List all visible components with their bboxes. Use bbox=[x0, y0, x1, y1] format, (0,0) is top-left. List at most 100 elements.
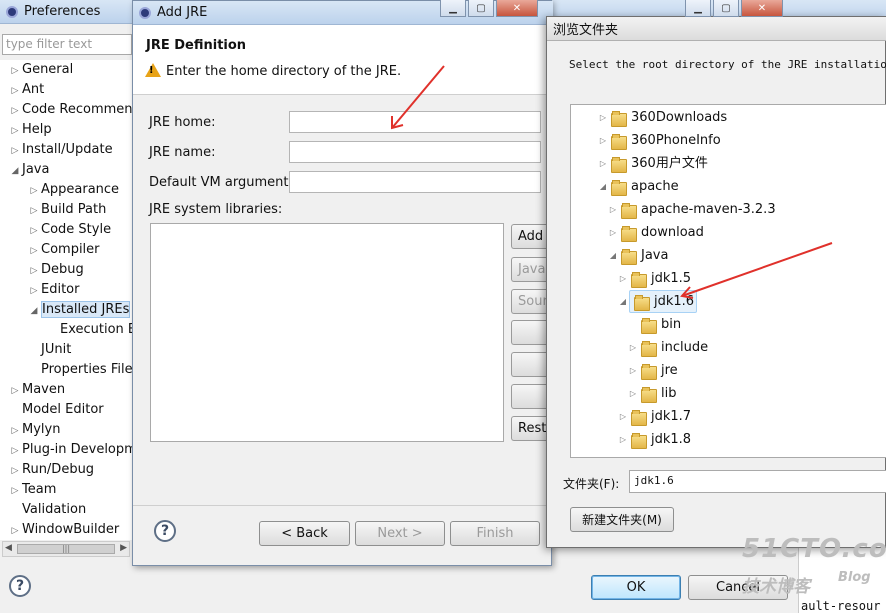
folder-entry[interactable]: bin bbox=[639, 314, 681, 335]
folder-tree-item[interactable]: ◢ apache bbox=[597, 176, 679, 197]
folder-tree-item[interactable]: ◢ Java bbox=[607, 245, 668, 266]
preferences-help-icon[interactable]: ? bbox=[9, 575, 31, 597]
folder-input[interactable]: jdk1.6 bbox=[629, 470, 886, 493]
folder-expander-icon[interactable]: ◢ bbox=[597, 176, 609, 197]
preferences-tree-item[interactable]: ▷ Appearance bbox=[27, 180, 120, 201]
tree-expander-icon[interactable]: ▷ bbox=[8, 421, 22, 441]
tree-expander-icon[interactable]: ▷ bbox=[8, 101, 22, 121]
folder-tree-item[interactable]: ▷ 360用户文件 bbox=[597, 153, 708, 174]
preferences-tree-item[interactable]: ▷ Build Path bbox=[27, 200, 107, 221]
preferences-tree-item[interactable]: ▷Code Recommenders bbox=[8, 100, 134, 120]
folder-entry[interactable]: jdk1.6 bbox=[629, 290, 698, 313]
preferences-tree-item[interactable]: JUnit bbox=[27, 340, 71, 360]
folder-expander-icon[interactable]: ▷ bbox=[627, 360, 639, 381]
folder-tree-item[interactable]: ▷ apache-maven-3.2.3 bbox=[607, 199, 776, 220]
folder-expander-icon[interactable]: ▷ bbox=[617, 268, 629, 289]
add-jre-help-icon[interactable]: ? bbox=[154, 520, 176, 542]
tree-expander-icon[interactable]: ▷ bbox=[27, 241, 41, 261]
tree-expander-icon[interactable]: ▷ bbox=[27, 181, 41, 201]
filter-input[interactable]: type filter text bbox=[2, 34, 132, 55]
tree-expander-icon[interactable]: ▷ bbox=[8, 61, 22, 81]
preferences-tree-item[interactable]: ▷ Maven bbox=[8, 380, 66, 401]
folder-expander-icon[interactable]: ▷ bbox=[607, 199, 619, 220]
folder-entry[interactable]: 360Downloads bbox=[609, 107, 727, 128]
finish-button[interactable]: Finish bbox=[450, 521, 540, 546]
preferences-tree-item[interactable]: ▷ Mylyn bbox=[8, 420, 61, 441]
folder-tree-item[interactable]: ▷ download bbox=[607, 222, 704, 243]
ok-button[interactable]: OK bbox=[591, 575, 681, 600]
folder-tree-item[interactable]: bin bbox=[627, 314, 681, 335]
tree-expander-icon[interactable]: ▷ bbox=[27, 201, 41, 221]
back-button[interactable]: < Back bbox=[259, 521, 350, 546]
folder-tree-item[interactable]: ▷ 360Downloads bbox=[597, 107, 727, 128]
preferences-tree-item[interactable]: ▷ Ant bbox=[8, 80, 45, 101]
folder-tree-item[interactable]: ▷ jdk1.8 bbox=[617, 429, 691, 450]
preferences-tree-item[interactable]: ▷ Team bbox=[8, 480, 57, 501]
folder-entry[interactable]: lib bbox=[639, 383, 676, 404]
preferences-tree-item[interactable]: Model Editor bbox=[8, 400, 104, 420]
scroll-thumb[interactable]: ||| bbox=[17, 544, 115, 554]
tree-expander-icon[interactable]: ▷ bbox=[8, 441, 22, 461]
folder-tree-item[interactable]: ▷ jdk1.7 bbox=[617, 406, 691, 427]
folder-tree-item[interactable]: ▷ lib bbox=[627, 383, 676, 404]
folder-expander-icon[interactable]: ◢ bbox=[607, 245, 619, 266]
folder-tree-item[interactable]: ▷ jdk1.5 bbox=[617, 268, 691, 289]
library-side-button[interactable]: Javadoc Location... bbox=[511, 257, 551, 282]
library-side-button[interactable] bbox=[511, 320, 551, 345]
folder-expander-icon[interactable]: ▷ bbox=[607, 222, 619, 243]
preferences-tree-item[interactable]: ▷ General bbox=[8, 60, 74, 81]
library-side-button[interactable]: Restore Default bbox=[511, 416, 551, 441]
folder-expander-icon[interactable]: ▷ bbox=[597, 153, 609, 174]
folder-tree-item[interactable]: ▷ 360PhoneInfo bbox=[597, 130, 721, 151]
folder-expander-icon[interactable]: ▷ bbox=[617, 429, 629, 450]
preferences-tree-item[interactable]: ▷ Compiler bbox=[27, 240, 100, 260]
folder-tree-item[interactable]: ◢ jdk1.6 bbox=[617, 290, 698, 313]
library-side-button[interactable]: Add External JARs... bbox=[511, 224, 551, 249]
folder-expander-icon[interactable]: ▷ bbox=[597, 107, 609, 128]
folder-expander-icon[interactable]: ◢ bbox=[617, 291, 629, 312]
folder-entry[interactable]: 360用户文件 bbox=[609, 153, 708, 174]
folder-entry[interactable]: 360PhoneInfo bbox=[609, 130, 721, 151]
new-folder-button[interactable]: 新建文件夹(M) bbox=[570, 507, 674, 532]
tree-expander-icon[interactable]: ▷ bbox=[8, 381, 22, 401]
preferences-tree-item[interactable]: ▷ Help bbox=[8, 120, 52, 140]
folder-expander-icon[interactable]: ▷ bbox=[627, 383, 639, 404]
folder-entry[interactable]: jdk1.7 bbox=[629, 406, 691, 427]
folder-entry[interactable]: jre bbox=[639, 360, 678, 381]
tree-expander-icon[interactable]: ▷ bbox=[8, 141, 22, 161]
scroll-left-icon[interactable]: ◀ bbox=[5, 543, 12, 553]
tree-expander-icon[interactable]: ▷ bbox=[27, 221, 41, 241]
tree-expander-icon[interactable]: ▷ bbox=[8, 81, 22, 101]
tree-expander-icon[interactable]: ◢ bbox=[27, 301, 41, 321]
tree-expander-icon[interactable]: ▷ bbox=[8, 461, 22, 481]
folder-entry[interactable]: apache bbox=[609, 176, 679, 197]
tree-expander-icon[interactable]: ◢ bbox=[8, 161, 22, 181]
preferences-tree-item[interactable]: ▷ Install/Update bbox=[8, 140, 113, 160]
folder-entry[interactable]: apache-maven-3.2.3 bbox=[619, 199, 776, 220]
next-button[interactable]: Next > bbox=[355, 521, 445, 546]
folder-tree[interactable]: ▷ 360Downloads ▷ 360PhoneInfo ▷ 360用户文件 ◢ apach… bbox=[570, 104, 886, 458]
preferences-tree-item[interactable]: Validation bbox=[8, 500, 86, 520]
library-side-button[interactable] bbox=[511, 384, 551, 409]
jre-name-input[interactable] bbox=[289, 141, 541, 163]
preferences-tree-item[interactable]: Properties Files Editor bbox=[27, 360, 134, 380]
preferences-tree-item[interactable]: ▷ Code Style bbox=[27, 220, 112, 241]
tree-horizontal-scrollbar[interactable]: ◀ ||| ▶ bbox=[2, 541, 130, 557]
folder-expander-icon[interactable]: ▷ bbox=[627, 337, 639, 358]
tree-expander-icon[interactable]: ▷ bbox=[27, 281, 41, 301]
scroll-right-icon[interactable]: ▶ bbox=[120, 543, 127, 553]
folder-entry[interactable]: jdk1.8 bbox=[629, 429, 691, 450]
preferences-tree-item[interactable]: ▷ Editor bbox=[27, 280, 80, 301]
library-side-button[interactable]: Source Attachment... bbox=[511, 289, 551, 314]
preferences-tree-item[interactable]: Execution Environments bbox=[46, 320, 134, 340]
tree-expander-icon[interactable]: ▷ bbox=[8, 481, 22, 501]
folder-expander-icon[interactable]: ▷ bbox=[597, 130, 609, 151]
preferences-tree-item[interactable]: ▷ Debug bbox=[27, 260, 84, 280]
preferences-tree[interactable]: ▷General▷Ant▷Code Recommenders▷Help▷Inst… bbox=[0, 60, 134, 540]
vm-args-input[interactable] bbox=[289, 171, 541, 193]
add-jre-close-icon[interactable]: ✕ bbox=[496, 0, 538, 17]
preferences-tree-item[interactable]: ◢ Java bbox=[8, 160, 50, 181]
folder-entry[interactable]: download bbox=[619, 222, 704, 243]
add-jre-maximize-icon[interactable]: ▢ bbox=[468, 0, 494, 17]
preferences-tree-item[interactable]: ▷ Run/Debug bbox=[8, 460, 95, 481]
